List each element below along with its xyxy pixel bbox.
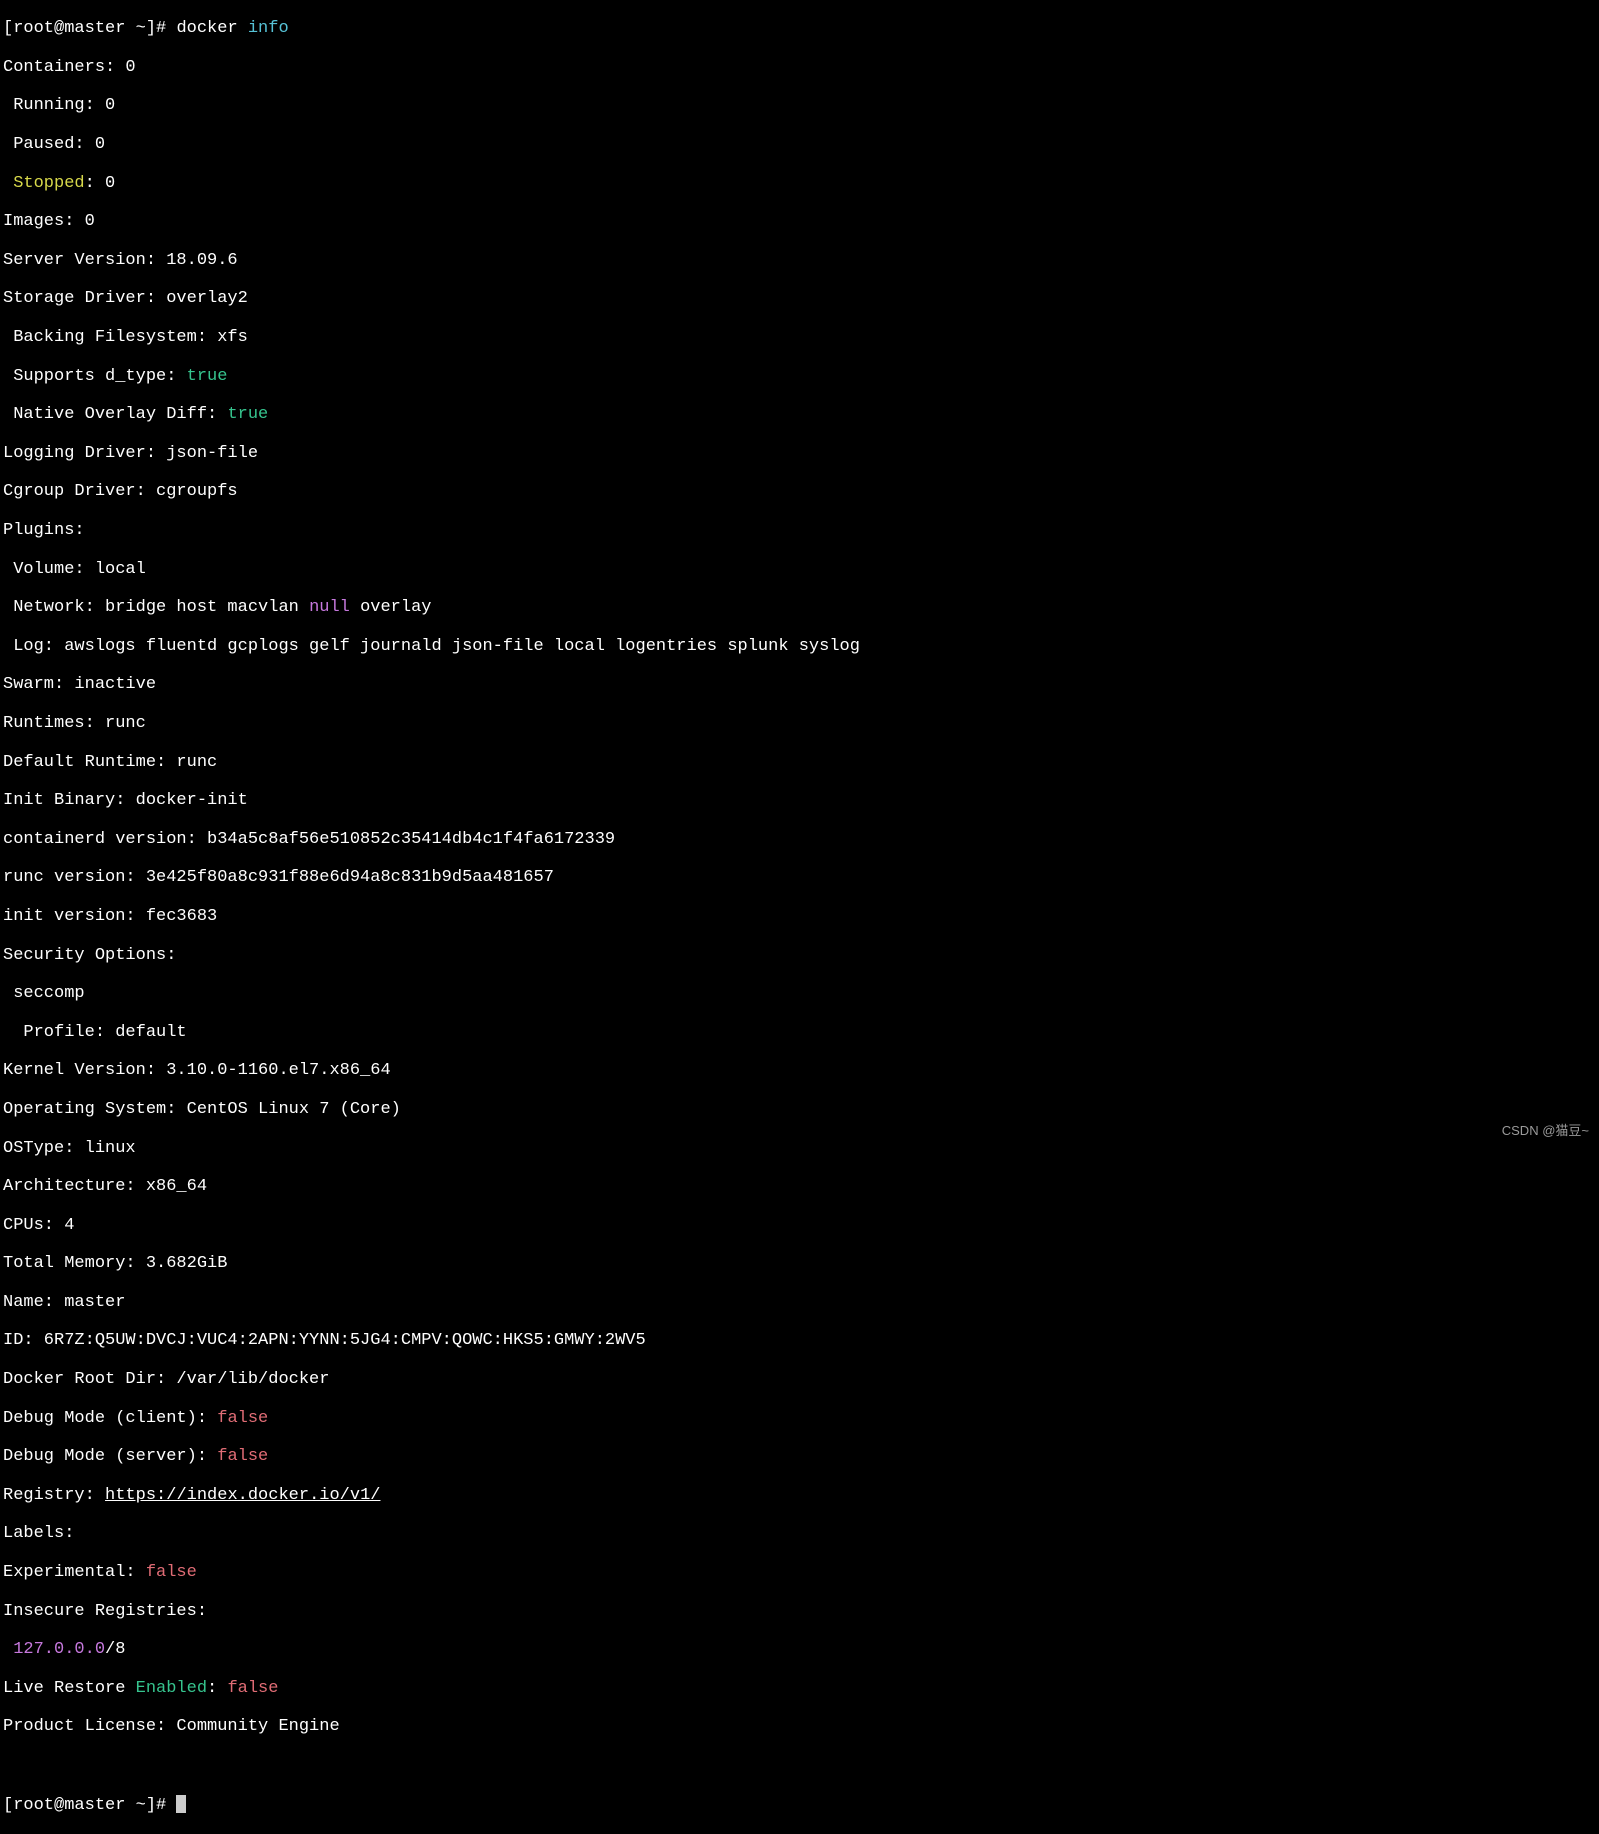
registry-link[interactable]: https://index.docker.io/v1/ [105, 1486, 380, 1505]
out-paused: Paused: 0 [3, 135, 1596, 154]
out-runc: runc version: 3e425f80a8c931f88e6d94a8c8… [3, 868, 1596, 887]
out-labels: Labels: [3, 1524, 1596, 1543]
out-security-options: Security Options: [3, 946, 1596, 965]
out-profile: Profile: default [3, 1023, 1596, 1042]
stopped-key: Stopped [3, 174, 85, 193]
out-native-overlay: Native Overlay Diff: true [3, 405, 1596, 424]
bool-false: false [217, 1409, 268, 1428]
out-docker-root: Docker Root Dir: /var/lib/docker [3, 1370, 1596, 1389]
out-ostype: OSType: linux [3, 1139, 1596, 1158]
out-arch: Architecture: x86_64 [3, 1177, 1596, 1196]
bool-false: false [227, 1679, 278, 1698]
out-stopped: Stopped: 0 [3, 174, 1596, 193]
out-registry: Registry: https://index.docker.io/v1/ [3, 1486, 1596, 1505]
out-seccomp: seccomp [3, 984, 1596, 1003]
out-images: Images: 0 [3, 212, 1596, 231]
bool-false: false [217, 1447, 268, 1466]
out-containerd: containerd version: b34a5c8af56e510852c3… [3, 830, 1596, 849]
out-running: Running: 0 [3, 96, 1596, 115]
terminal-output[interactable]: [root@master ~]# docker info Containers:… [0, 0, 1599, 1834]
bool-true: true [227, 405, 268, 424]
out-insecure-registries: Insecure Registries: [3, 1602, 1596, 1621]
out-volume: Volume: local [3, 560, 1596, 579]
out-default-runtime: Default Runtime: runc [3, 753, 1596, 772]
out-loopback: 127.0.0.0/8 [3, 1640, 1596, 1659]
cursor-icon [176, 1795, 186, 1813]
out-swarm: Swarm: inactive [3, 675, 1596, 694]
shell-prompt: [root@master ~]# [3, 1796, 176, 1815]
out-cgroup-driver: Cgroup Driver: cgroupfs [3, 482, 1596, 501]
out-product-license: Product License: Community Engine [3, 1717, 1596, 1736]
out-live-restore: Live Restore Enabled: false [3, 1679, 1596, 1698]
command-arg: info [248, 19, 289, 38]
out-debug-server: Debug Mode (server): false [3, 1447, 1596, 1466]
out-logging-driver: Logging Driver: json-file [3, 444, 1596, 463]
command: docker [176, 19, 247, 38]
out-server-version: Server Version: 18.09.6 [3, 251, 1596, 270]
out-kernel: Kernel Version: 3.10.0-1160.el7.x86_64 [3, 1061, 1596, 1080]
out-id: ID: 6R7Z:Q5UW:DVCJ:VUC4:2APN:YYNN:5JG4:C… [3, 1331, 1596, 1350]
out-plugins: Plugins: [3, 521, 1596, 540]
out-runtimes: Runtimes: runc [3, 714, 1596, 733]
out-debug-client: Debug Mode (client): false [3, 1409, 1596, 1428]
out-cpus: CPUs: 4 [3, 1216, 1596, 1235]
out-os: Operating System: CentOS Linux 7 (Core) [3, 1100, 1596, 1119]
stopped-val: : 0 [85, 174, 116, 193]
keyword-null: null [309, 598, 350, 617]
blank-line [3, 1756, 1596, 1775]
out-name: Name: master [3, 1293, 1596, 1312]
out-supports-dtype: Supports d_type: true [3, 367, 1596, 386]
bool-false: false [146, 1563, 197, 1582]
out-experimental: Experimental: false [3, 1563, 1596, 1582]
out-storage-driver: Storage Driver: overlay2 [3, 289, 1596, 308]
keyword-enabled: Enabled [136, 1679, 207, 1698]
out-containers: Containers: 0 [3, 58, 1596, 77]
out-log-plugins: Log: awslogs fluentd gcplogs gelf journa… [3, 637, 1596, 656]
shell-prompt: [root@master ~]# [3, 19, 176, 38]
out-network: Network: bridge host macvlan null overla… [3, 598, 1596, 617]
prompt-line: [root@master ~]# docker info [3, 19, 1596, 38]
out-backing-fs: Backing Filesystem: xfs [3, 328, 1596, 347]
loopback-ip: 127.0.0.0 [3, 1640, 105, 1659]
out-total-memory: Total Memory: 3.682GiB [3, 1254, 1596, 1273]
out-init-binary: Init Binary: docker-init [3, 791, 1596, 810]
bool-true: true [187, 367, 228, 386]
prompt-line-2: [root@master ~]# [3, 1795, 1596, 1815]
watermark-text: CSDN @猫豆~ [1502, 1121, 1589, 1140]
out-init-version: init version: fec3683 [3, 907, 1596, 926]
